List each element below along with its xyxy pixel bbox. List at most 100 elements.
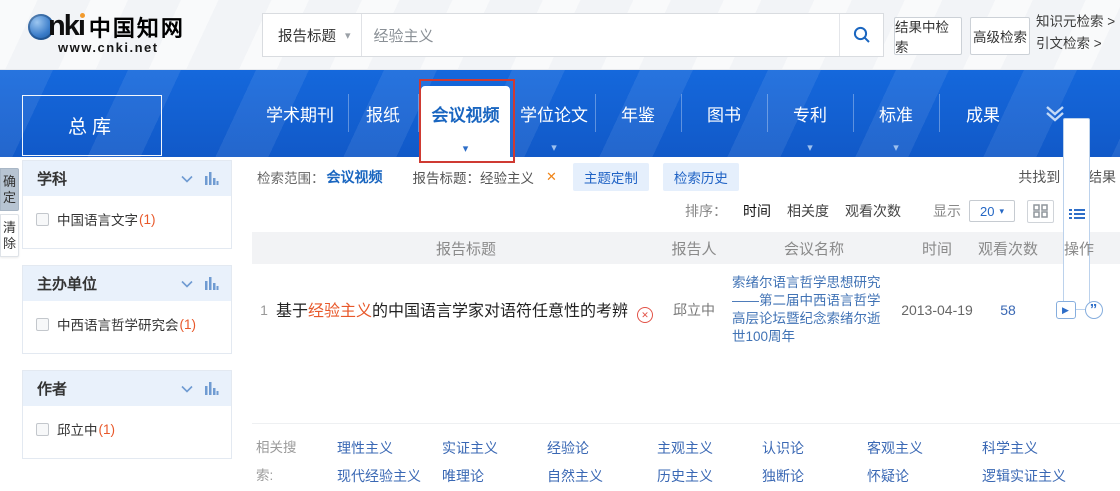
- brand-wordmark: nkı: [48, 10, 84, 43]
- checkbox[interactable]: [36, 213, 49, 226]
- facet-item[interactable]: 中西语言哲学研究会 (1): [36, 314, 221, 334]
- related-link[interactable]: 经验论: [547, 438, 657, 458]
- col-actions: 操作: [1038, 238, 1120, 259]
- group-title: 主办单位: [37, 273, 97, 294]
- related-link[interactable]: 独断论: [762, 466, 867, 486]
- main-navigation: 总库 学术期刊 报纸 会议视频 ▾ 学位论文 ▾ 年鉴 图书 专利 ▾ 标准 ▾…: [0, 70, 1120, 157]
- nav-tab-conference-video[interactable]: 会议视频 ▾: [418, 70, 513, 157]
- related-link[interactable]: 认识论: [762, 438, 867, 458]
- facet-item[interactable]: 邱立中 (1): [36, 419, 221, 439]
- nav-tab-standards[interactable]: 标准 ▾: [853, 70, 939, 157]
- sort-label: 排序：: [685, 201, 727, 221]
- col-conference: 会议名称: [732, 238, 896, 259]
- play-icon[interactable]: ▶: [1056, 301, 1076, 319]
- nav-tabs: 学术期刊 报纸 会议视频 ▾ 学位论文 ▾ 年鉴 图书 专利 ▾ 标准 ▾ 成果: [252, 70, 1083, 157]
- caret-down-icon: ▾: [463, 142, 469, 155]
- related-link[interactable]: 自然主义: [547, 466, 657, 486]
- related-link[interactable]: 唯理论: [442, 466, 547, 486]
- scope-label: 检索范围：: [257, 167, 325, 187]
- knowledge-search-link[interactable]: 知识元检索 >: [1036, 12, 1118, 31]
- view-count: 58: [978, 302, 1038, 318]
- remove-filter-icon[interactable]: ✕: [546, 169, 557, 185]
- topic-customize-button[interactable]: 主题定制: [573, 163, 649, 191]
- sort-option-relevance[interactable]: 相关度: [787, 201, 829, 221]
- facet-count: (1): [139, 212, 156, 227]
- grid-view-button[interactable]: [1027, 200, 1054, 223]
- chevron-down-icon[interactable]: [181, 385, 193, 393]
- checkbox[interactable]: [36, 423, 49, 436]
- row-index: 1: [252, 302, 276, 318]
- filter-row: 检索范围： 会议视频 报告标题：经验主义 ✕ 主题定制 检索历史 共找到1条结果: [252, 160, 1120, 194]
- results-list: 报告标题 报告人 会议名称 时间 观看次数 操作 1 基于经验主义的中国语言学家…: [252, 232, 1120, 424]
- report-date: 2013-04-19: [896, 302, 978, 318]
- facet-item[interactable]: 中国语言文字 (1): [36, 209, 221, 229]
- sort-option-time[interactable]: 时间: [743, 201, 771, 221]
- col-speaker: 报告人: [656, 238, 732, 259]
- search-bar: 报告标题 ▾: [262, 13, 884, 57]
- group-title: 作者: [37, 378, 67, 399]
- facet-label: 中西语言哲学研究会: [57, 314, 179, 334]
- search-history-button[interactable]: 检索历史: [663, 163, 739, 191]
- checkbox[interactable]: [36, 318, 49, 331]
- advanced-search-button[interactable]: 高级检索: [970, 17, 1030, 55]
- row-actions: ▶ ”: [1038, 301, 1120, 319]
- related-link[interactable]: 主观主义: [657, 438, 762, 458]
- related-link[interactable]: 现代经验主义: [337, 466, 442, 486]
- nav-tab-achievements[interactable]: 成果: [939, 70, 1027, 157]
- cnki-logo[interactable]: nkı中国知网 www.cnki.net: [28, 10, 185, 55]
- chevron-down-icon[interactable]: [181, 280, 193, 288]
- related-link[interactable]: 历史主义: [657, 466, 762, 486]
- related-link[interactable]: 逻辑实证主义: [982, 466, 1066, 486]
- col-views: 观看次数: [978, 238, 1038, 259]
- highlighted-term: 经验主义: [308, 303, 372, 320]
- scope-value[interactable]: 会议视频: [327, 167, 383, 187]
- search-field-select[interactable]: 报告标题 ▾: [263, 14, 362, 56]
- caret-down-icon: ▾: [999, 206, 1004, 217]
- nav-tab-yearbooks[interactable]: 年鉴: [595, 70, 681, 157]
- bar-chart-icon[interactable]: [205, 277, 219, 290]
- nav-tab-journals[interactable]: 学术期刊: [252, 70, 348, 157]
- brand-chinese: 中国知网: [89, 11, 185, 43]
- result-title-link[interactable]: 基于经验主义的中国语言学家对语符任意性的考辨✕: [276, 297, 656, 324]
- list-view-button[interactable]: [1063, 118, 1090, 310]
- related-link[interactable]: 怀疑论: [867, 466, 982, 486]
- chevron-down-icon[interactable]: [181, 175, 193, 183]
- results-main: 检索范围： 会议视频 报告标题：经验主义 ✕ 主题定制 检索历史 共找到1条结果…: [252, 160, 1120, 490]
- sidebar-group-header: 作者: [23, 371, 231, 406]
- clear-button[interactable]: 清除: [0, 214, 19, 257]
- search-in-results-button[interactable]: 结果中检索: [894, 17, 962, 55]
- nav-tab-patents[interactable]: 专利 ▾: [767, 70, 853, 157]
- search-term-chip: 报告标题：经验主义: [413, 167, 535, 187]
- nav-tab-newspapers[interactable]: 报纸: [348, 70, 418, 157]
- conference-name-link[interactable]: 索绪尔语言哲学思想研究——第二届中西语言哲学高层论坛暨纪念索绪尔逝世100周年: [732, 274, 896, 346]
- confirm-button[interactable]: 确定: [0, 168, 19, 211]
- sidebar-actions: 确定 清除: [0, 168, 19, 260]
- sidebar-group-header: 主办单位: [23, 266, 231, 301]
- citation-search-link[interactable]: 引文检索 >: [1036, 34, 1118, 53]
- search-field-label: 报告标题: [278, 25, 336, 46]
- related-search-label: 相关搜索:: [256, 434, 306, 490]
- results-toolbar: 排序： 时间 相关度 观看次数 显示 20 ▾: [252, 196, 1120, 226]
- sidebar-group-header: 学科: [23, 161, 231, 196]
- facet-label: 邱立中: [57, 419, 98, 439]
- page-size-select[interactable]: 20 ▾: [969, 200, 1015, 222]
- search-input[interactable]: [362, 14, 839, 56]
- header-links: 知识元检索 > 引文检索 >: [1036, 12, 1118, 56]
- nav-tab-dissertations[interactable]: 学位论文 ▾: [513, 70, 595, 157]
- related-link[interactable]: 客观主义: [867, 438, 982, 458]
- related-link[interactable]: 科学主义: [982, 438, 1066, 458]
- search-icon: [852, 25, 872, 45]
- brand-i-dot: [80, 13, 85, 18]
- bar-chart-icon[interactable]: [205, 172, 219, 185]
- quote-icon[interactable]: ”: [1085, 301, 1103, 319]
- search-button[interactable]: [839, 14, 883, 56]
- facet-label: 中国语言文字: [57, 209, 138, 229]
- sort-option-views[interactable]: 观看次数: [845, 201, 901, 221]
- related-link[interactable]: 理性主义: [337, 438, 442, 458]
- nav-home-tab[interactable]: 总库: [22, 95, 162, 156]
- video-badge-icon: ✕: [637, 307, 653, 323]
- grid-view-icon: [1033, 204, 1048, 218]
- related-link[interactable]: 实证主义: [442, 438, 547, 458]
- nav-tab-books[interactable]: 图书: [681, 70, 767, 157]
- bar-chart-icon[interactable]: [205, 382, 219, 395]
